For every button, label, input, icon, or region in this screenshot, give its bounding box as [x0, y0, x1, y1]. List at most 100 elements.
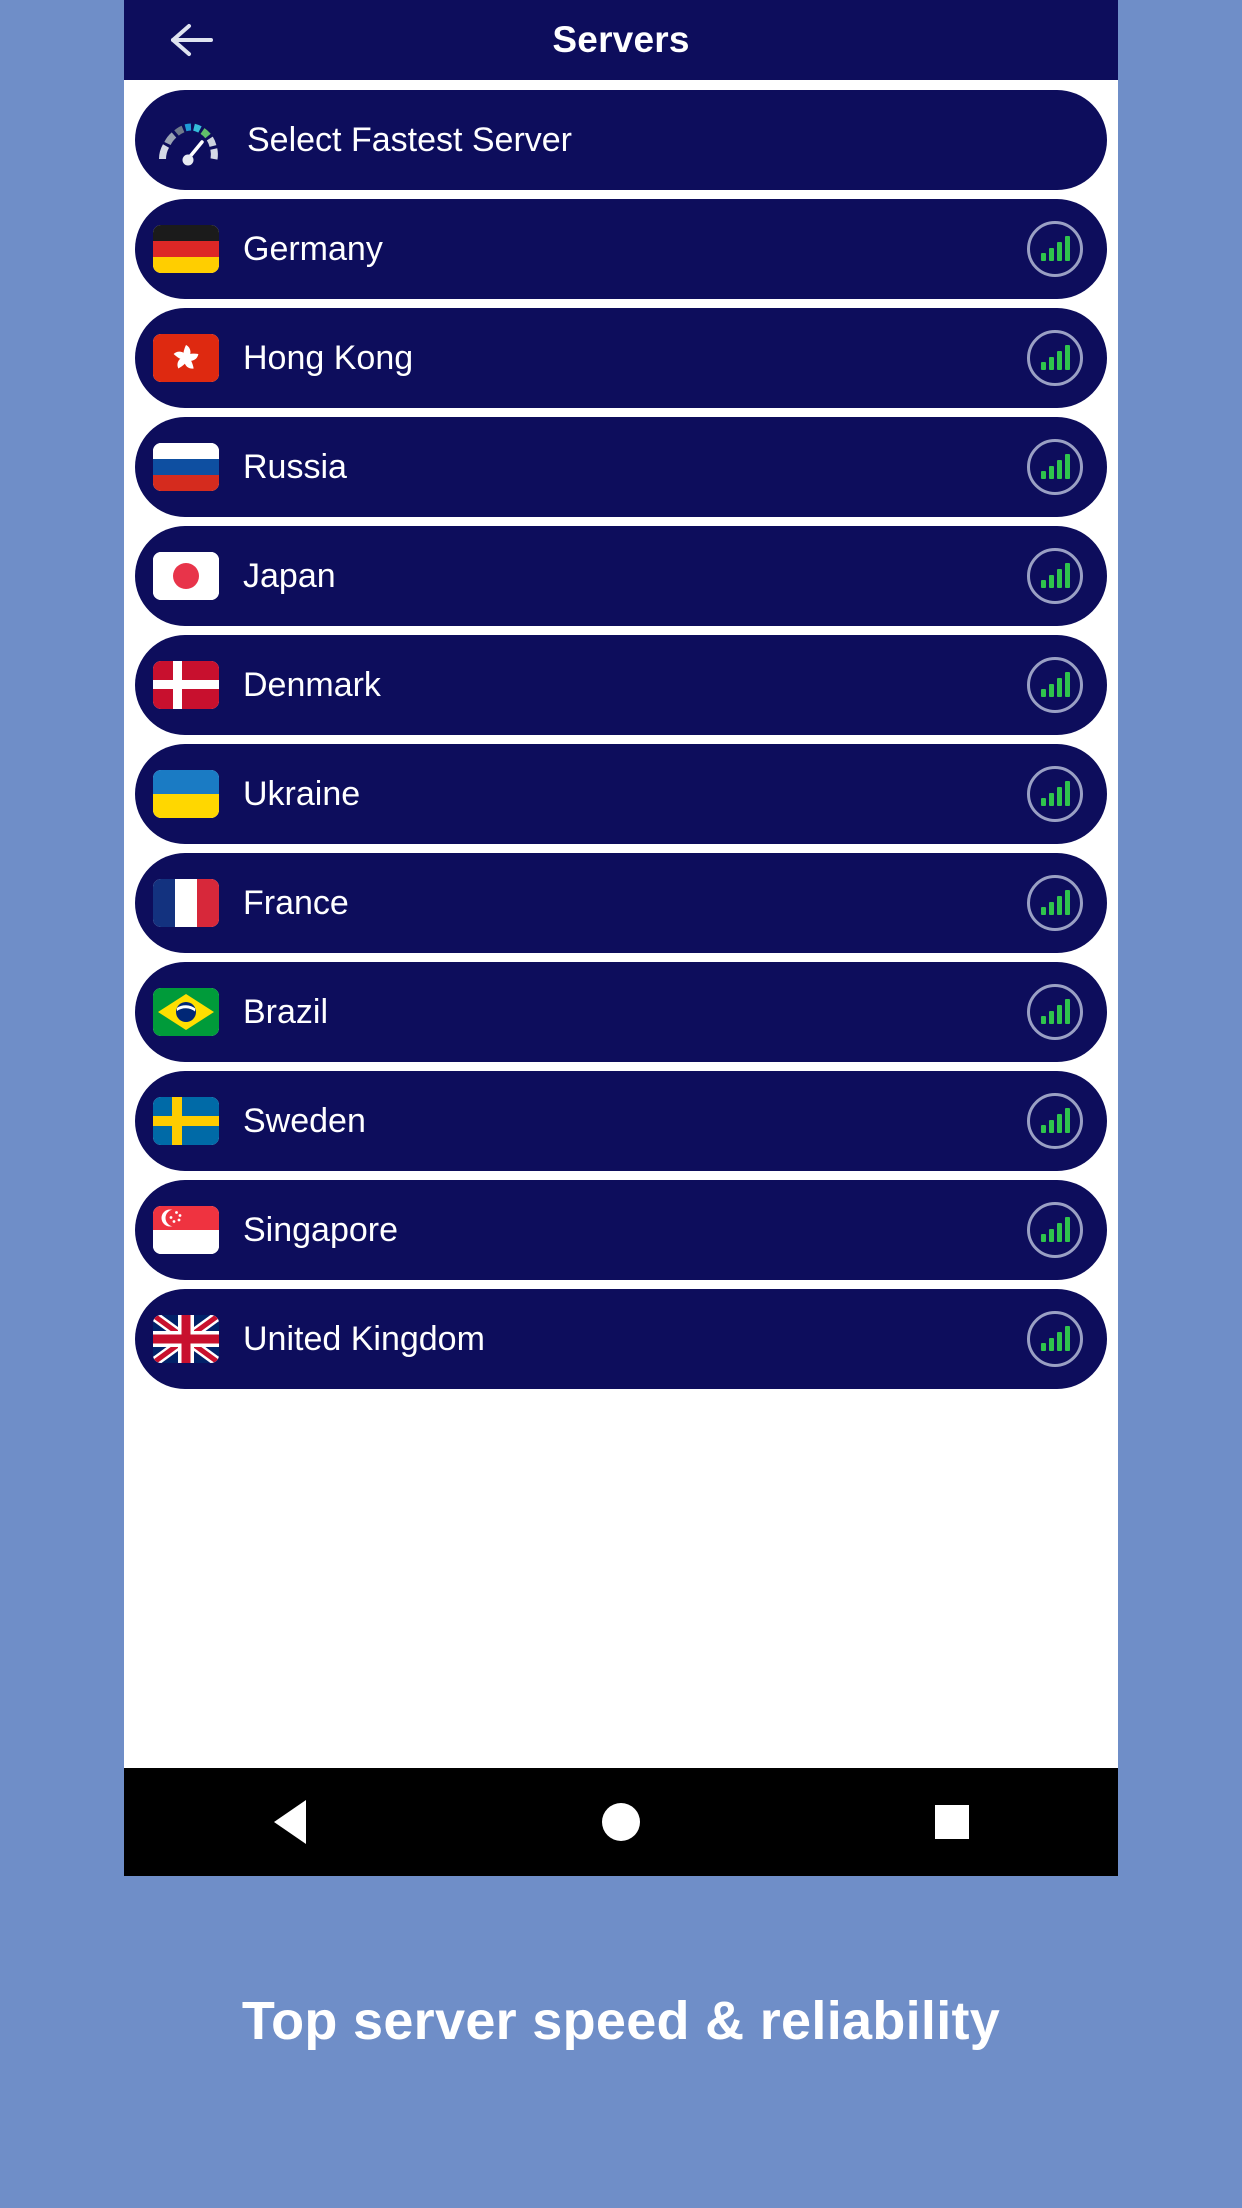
flag-icon — [153, 770, 219, 818]
signal-bar-1 — [1040, 1016, 1046, 1024]
signal-bar-4 — [1064, 672, 1070, 697]
signal-bar-2 — [1048, 1120, 1054, 1133]
list-item-server[interactable]: Denmark — [135, 635, 1107, 735]
signal-bar-3 — [1056, 460, 1062, 479]
list-item-label: Japan — [243, 556, 336, 595]
list-item-label: Russia — [243, 447, 347, 486]
signal-bar-2 — [1048, 684, 1054, 697]
signal-bar-2 — [1048, 1338, 1054, 1351]
speed-gauge-icon — [153, 112, 223, 168]
app-bar: Servers — [124, 0, 1118, 80]
flag-icon — [153, 661, 219, 709]
signal-bar-2 — [1048, 575, 1054, 588]
flag-icon — [153, 443, 219, 491]
nav-home-button[interactable] — [561, 1768, 681, 1876]
signal-bar-4 — [1064, 236, 1070, 261]
signal-bar-3 — [1056, 678, 1062, 697]
signal-bar-3 — [1056, 1223, 1062, 1242]
list-item-server[interactable]: United Kingdom — [135, 1289, 1107, 1389]
signal-strength-icon[interactable] — [1027, 766, 1083, 822]
signal-bar-1 — [1040, 471, 1046, 479]
signal-bar-1 — [1040, 689, 1046, 697]
signal-strength-icon[interactable] — [1027, 657, 1083, 713]
signal-bar-2 — [1048, 357, 1054, 370]
signal-bar-3 — [1056, 569, 1062, 588]
list-item-server[interactable]: Germany — [135, 199, 1107, 299]
home-circle-icon — [601, 1803, 640, 1841]
signal-strength-icon[interactable] — [1027, 330, 1083, 386]
signal-strength-icon[interactable] — [1027, 984, 1083, 1040]
signal-bar-3 — [1056, 1114, 1062, 1133]
flag-icon — [153, 334, 219, 382]
signal-bar-4 — [1064, 454, 1070, 479]
screenshot-root: Servers Select Fastest Server Germany Ho… — [0, 0, 1242, 2208]
android-nav-bar — [124, 1768, 1118, 1876]
list-item-server[interactable]: France — [135, 853, 1107, 953]
signal-bar-1 — [1040, 580, 1046, 588]
flag-icon — [153, 225, 219, 273]
nav-recents-button[interactable] — [892, 1768, 1012, 1876]
signal-bar-2 — [1048, 1011, 1054, 1024]
phone-screen: Servers Select Fastest Server Germany Ho… — [124, 0, 1118, 1876]
list-item-label: Germany — [243, 229, 383, 268]
signal-bar-3 — [1056, 787, 1062, 806]
signal-bar-3 — [1056, 896, 1062, 915]
list-item-server[interactable]: Ukraine — [135, 744, 1107, 844]
recents-square-icon — [935, 1805, 970, 1839]
signal-strength-icon[interactable] — [1027, 439, 1083, 495]
list-item-server[interactable]: Singapore — [135, 1180, 1107, 1280]
flag-icon — [153, 1206, 219, 1254]
signal-strength-icon[interactable] — [1027, 1311, 1083, 1367]
list-item-label: Select Fastest Server — [247, 120, 573, 159]
back-button[interactable] — [164, 12, 220, 68]
signal-bar-2 — [1048, 902, 1054, 915]
signal-bar-1 — [1040, 907, 1046, 915]
list-item-label: Brazil — [243, 992, 329, 1031]
nav-back-button[interactable] — [230, 1768, 350, 1876]
signal-bar-1 — [1040, 1234, 1046, 1242]
list-item-label: Ukraine — [243, 774, 361, 813]
list-item-server[interactable]: Brazil — [135, 962, 1107, 1062]
flag-icon — [153, 552, 219, 600]
flag-icon — [153, 1097, 219, 1145]
server-list: Select Fastest Server Germany Hong Kong Ru… — [124, 80, 1118, 1768]
list-item-server[interactable]: Sweden — [135, 1071, 1107, 1171]
signal-bar-1 — [1040, 253, 1046, 261]
signal-strength-icon[interactable] — [1027, 875, 1083, 931]
list-item-server[interactable]: Russia — [135, 417, 1107, 517]
signal-strength-icon[interactable] — [1027, 1093, 1083, 1149]
signal-bar-4 — [1064, 1217, 1070, 1242]
signal-bar-1 — [1040, 1343, 1046, 1351]
promo-tagline: Top server speed & reliability — [241, 1991, 1001, 2051]
flag-icon — [153, 879, 219, 927]
signal-bar-2 — [1048, 1229, 1054, 1242]
signal-strength-icon[interactable] — [1027, 221, 1083, 277]
signal-bar-1 — [1040, 362, 1046, 370]
list-item-fastest-server[interactable]: Select Fastest Server — [135, 90, 1107, 190]
flag-icon — [153, 988, 219, 1036]
signal-bar-2 — [1048, 248, 1054, 261]
list-item-label: Hong Kong — [243, 338, 414, 377]
signal-bar-4 — [1064, 345, 1070, 370]
list-item-label: France — [243, 883, 349, 922]
signal-bar-4 — [1064, 1326, 1070, 1351]
signal-bar-4 — [1064, 999, 1070, 1024]
signal-bar-4 — [1064, 1108, 1070, 1133]
signal-strength-icon[interactable] — [1027, 1202, 1083, 1258]
signal-bar-1 — [1040, 1125, 1046, 1133]
signal-strength-icon[interactable] — [1027, 548, 1083, 604]
signal-bar-4 — [1064, 890, 1070, 915]
country-rows-host: Germany Hong Kong Russia Japan Denmark Ukrain… — [124, 199, 1118, 1389]
signal-bar-3 — [1056, 351, 1062, 370]
signal-bar-2 — [1048, 466, 1054, 479]
back-triangle-icon — [273, 1800, 306, 1844]
list-item-server[interactable]: Japan — [135, 526, 1107, 626]
list-item-label: United Kingdom — [243, 1319, 485, 1358]
list-item-server[interactable]: Hong Kong — [135, 308, 1107, 408]
signal-bar-3 — [1056, 242, 1062, 261]
signal-bar-2 — [1048, 793, 1054, 806]
list-item-label: Denmark — [243, 665, 381, 704]
signal-bar-4 — [1064, 563, 1070, 588]
signal-bar-3 — [1056, 1005, 1062, 1024]
page-title: Servers — [552, 19, 690, 60]
